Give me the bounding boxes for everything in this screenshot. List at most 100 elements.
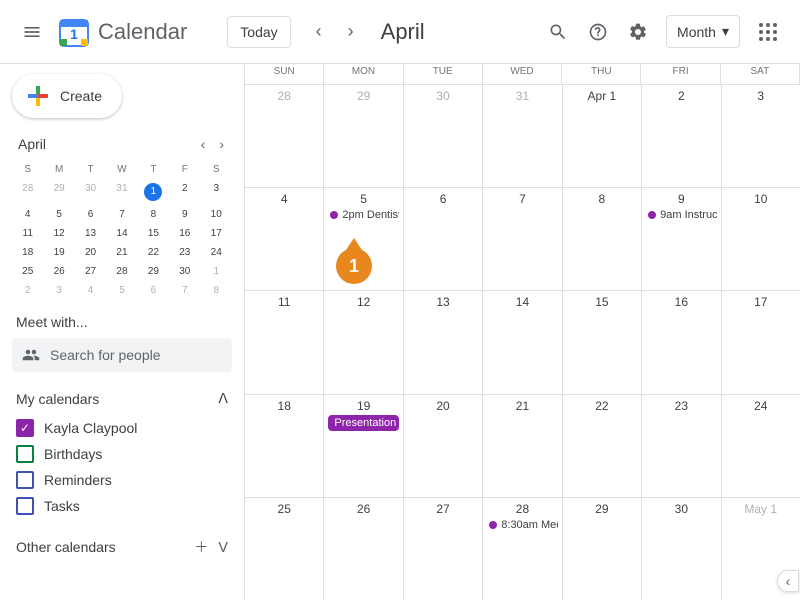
mini-day[interactable]: 30 [169, 262, 200, 281]
day-cell[interactable]: 4 [245, 188, 324, 290]
day-cell[interactable]: Apr 1 [563, 85, 642, 187]
calendar-item[interactable]: Birthdays [12, 441, 232, 467]
mini-next-button[interactable]: › [215, 134, 228, 154]
mini-day[interactable]: 5 [43, 205, 74, 224]
next-month-button[interactable]: › [335, 16, 367, 48]
event-item[interactable]: 9am Instructor [646, 208, 716, 222]
day-cell[interactable]: 29 [563, 498, 642, 600]
mini-day[interactable]: 8 [138, 205, 169, 224]
mini-day[interactable]: 18 [12, 243, 43, 262]
day-cell[interactable]: 52pm Dentist [324, 188, 403, 290]
help-icon[interactable] [578, 12, 618, 52]
my-calendars-toggle[interactable]: My calendars ᐱ [16, 390, 228, 407]
mini-day[interactable]: 4 [12, 205, 43, 224]
checkbox[interactable] [16, 419, 34, 437]
day-cell[interactable]: 288:30am Meeting [483, 498, 562, 600]
mini-day[interactable]: 8 [201, 281, 232, 300]
apps-icon[interactable] [748, 12, 788, 52]
mini-day[interactable]: 16 [169, 224, 200, 243]
mini-day[interactable]: 6 [75, 205, 106, 224]
day-cell[interactable]: 16 [642, 291, 721, 393]
day-cell[interactable]: 8 [563, 188, 642, 290]
mini-day[interactable]: 2 [12, 281, 43, 300]
day-cell[interactable]: 28 [245, 85, 324, 187]
mini-day[interactable]: 28 [12, 179, 43, 205]
day-cell[interactable]: 30 [642, 498, 721, 600]
day-cell[interactable]: 2 [642, 85, 721, 187]
mini-day[interactable]: 9 [169, 205, 200, 224]
mini-day[interactable]: 12 [43, 224, 74, 243]
checkbox[interactable] [16, 471, 34, 489]
day-cell[interactable]: 21 [483, 395, 562, 497]
mini-day[interactable]: 31 [106, 179, 137, 205]
mini-day[interactable]: 7 [106, 205, 137, 224]
day-cell[interactable]: 10 [722, 188, 800, 290]
day-cell[interactable]: 6 [404, 188, 483, 290]
day-cell[interactable]: 7 [483, 188, 562, 290]
event-item[interactable]: 2pm Dentist [328, 208, 398, 222]
day-cell[interactable]: 3 [722, 85, 800, 187]
add-calendar-icon[interactable]: ＋ [194, 537, 208, 557]
mini-day[interactable]: 23 [169, 243, 200, 262]
mini-day[interactable]: 21 [106, 243, 137, 262]
mini-day[interactable]: 29 [138, 262, 169, 281]
create-button[interactable]: Create [12, 74, 122, 118]
mini-day[interactable]: 3 [201, 179, 232, 205]
mini-day[interactable]: 19 [43, 243, 74, 262]
calendar-item[interactable]: Tasks [12, 493, 232, 519]
day-cell[interactable]: 17 [722, 291, 800, 393]
mini-day[interactable]: 25 [12, 262, 43, 281]
day-cell[interactable]: 18 [245, 395, 324, 497]
mini-day[interactable]: 7 [169, 281, 200, 300]
day-cell[interactable]: 30 [404, 85, 483, 187]
day-cell[interactable]: 99am Instructor [642, 188, 721, 290]
day-cell[interactable]: 31 [483, 85, 562, 187]
day-cell[interactable]: 29 [324, 85, 403, 187]
menu-icon[interactable] [12, 12, 52, 52]
mini-day[interactable]: 17 [201, 224, 232, 243]
mini-day[interactable]: 10 [201, 205, 232, 224]
mini-day[interactable]: 2 [169, 179, 200, 205]
day-cell[interactable]: 19Presentation [324, 395, 403, 497]
day-cell[interactable]: 12 [324, 291, 403, 393]
mini-day[interactable]: 3 [43, 281, 74, 300]
mini-day[interactable]: 13 [75, 224, 106, 243]
mini-day[interactable]: 20 [75, 243, 106, 262]
day-cell[interactable]: 26 [324, 498, 403, 600]
side-panel-toggle[interactable]: ‹ [777, 570, 799, 592]
mini-day[interactable]: 15 [138, 224, 169, 243]
mini-day[interactable]: 29 [43, 179, 74, 205]
mini-day[interactable]: 24 [201, 243, 232, 262]
settings-icon[interactable] [618, 12, 658, 52]
mini-day[interactable]: 28 [106, 262, 137, 281]
day-cell[interactable]: 15 [563, 291, 642, 393]
search-icon[interactable] [538, 12, 578, 52]
mini-day[interactable]: 27 [75, 262, 106, 281]
mini-prev-button[interactable]: ‹ [197, 134, 210, 154]
other-calendars-toggle[interactable]: Other calendars ＋ᐯ [16, 537, 228, 557]
mini-day[interactable]: 22 [138, 243, 169, 262]
mini-day[interactable]: 30 [75, 179, 106, 205]
day-cell[interactable]: 25 [245, 498, 324, 600]
mini-day[interactable]: 14 [106, 224, 137, 243]
mini-day[interactable]: 6 [138, 281, 169, 300]
calendar-item[interactable]: Reminders [12, 467, 232, 493]
day-cell[interactable]: 14 [483, 291, 562, 393]
mini-day[interactable]: 1 [201, 262, 232, 281]
day-cell[interactable]: 23 [642, 395, 721, 497]
checkbox[interactable] [16, 497, 34, 515]
prev-month-button[interactable]: ‹ [303, 16, 335, 48]
checkbox[interactable] [16, 445, 34, 463]
day-cell[interactable]: 22 [563, 395, 642, 497]
calendar-item[interactable]: Kayla Claypool [12, 415, 232, 441]
day-cell[interactable]: 11 [245, 291, 324, 393]
event-item[interactable]: 8:30am Meeting [487, 518, 557, 532]
view-selector[interactable]: Month▾ [666, 15, 740, 48]
day-cell[interactable]: 13 [404, 291, 483, 393]
mini-day[interactable]: 11 [12, 224, 43, 243]
day-cell[interactable]: 27 [404, 498, 483, 600]
mini-day[interactable]: 26 [43, 262, 74, 281]
day-cell[interactable]: 24 [722, 395, 800, 497]
mini-day[interactable]: 1 [138, 179, 169, 205]
today-button[interactable]: Today [227, 16, 290, 48]
